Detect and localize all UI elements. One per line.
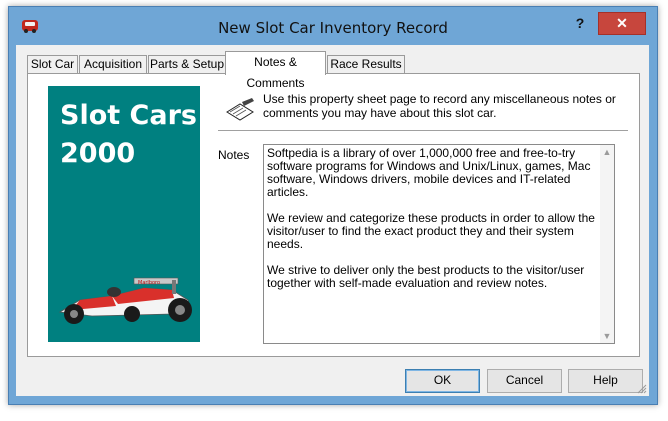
tab-race-results[interactable]: Race Results: [327, 55, 405, 74]
notes-textarea[interactable]: Softpedia is a library of over 1,000,000…: [263, 144, 615, 344]
tab-parts-setup[interactable]: Parts & Setup: [148, 55, 226, 74]
separator-line: [218, 130, 628, 132]
brand-title-line2: 2000: [60, 138, 136, 169]
notes-comments-page: Slot Cars 2000 Marlboro Use this propert…: [27, 73, 640, 357]
notes-paragraph: Softpedia is a library of over 1,000,000…: [267, 147, 591, 199]
svg-text:Marlboro: Marlboro: [138, 280, 160, 286]
notes-label: Notes: [218, 148, 250, 162]
scroll-up-arrow-icon[interactable]: ▲: [600, 145, 614, 159]
race-car-image: Marlboro: [58, 277, 192, 324]
resize-grip-icon[interactable]: [637, 384, 647, 394]
brand-panel: Slot Cars 2000 Marlboro: [48, 86, 200, 342]
notes-content[interactable]: Softpedia is a library of over 1,000,000…: [267, 147, 597, 339]
title-bar[interactable]: New Slot Car Inventory Record ? ✕: [9, 7, 657, 49]
notepad-pencil-icon: [226, 98, 254, 121]
notes-scrollbar[interactable]: ▲ ▼: [600, 145, 614, 343]
ok-button[interactable]: OK: [405, 369, 480, 393]
help-button[interactable]: Help: [568, 369, 643, 393]
close-button[interactable]: ✕: [598, 12, 646, 35]
tab-notes-comments[interactable]: Notes & Comments: [225, 51, 326, 90]
window-title: New Slot Car Inventory Record: [218, 19, 448, 37]
tab-acquisition[interactable]: Acquisition: [79, 55, 147, 74]
brand-title-line1: Slot Cars: [60, 100, 197, 131]
scroll-down-arrow-icon[interactable]: ▼: [600, 329, 614, 343]
cancel-button[interactable]: Cancel: [487, 369, 562, 393]
notes-paragraph: We review and categorize these products …: [267, 211, 595, 251]
notes-paragraph: We strive to deliver only the best produ…: [267, 263, 585, 290]
close-icon: ✕: [616, 15, 628, 31]
tab-slot-car[interactable]: Slot Car: [27, 55, 78, 74]
title-help-button[interactable]: ?: [569, 13, 591, 33]
page-hint-text: Use this property sheet page to record a…: [263, 92, 616, 120]
dialog-client-area: Slot Car Acquisition Parts & Setup Notes…: [16, 45, 649, 396]
dialog-window: New Slot Car Inventory Record ? ✕ Slot C…: [8, 6, 658, 405]
